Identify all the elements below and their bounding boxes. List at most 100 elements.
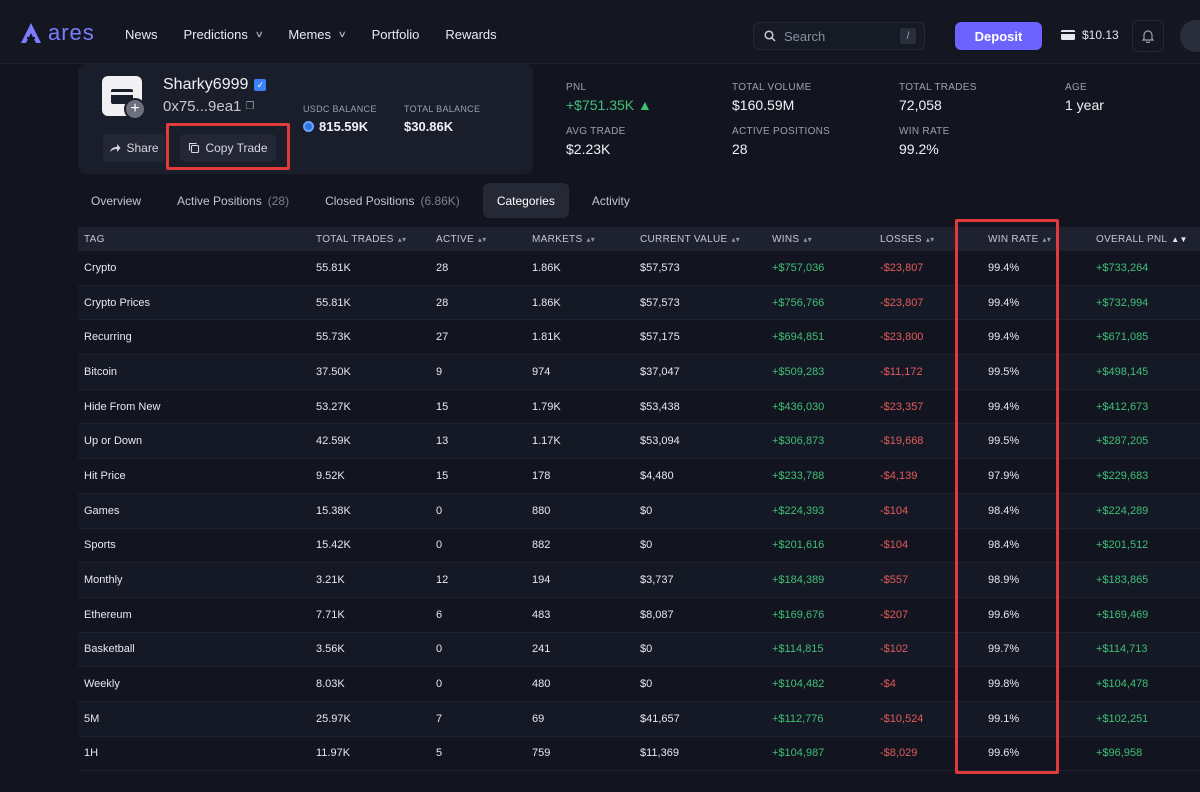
tab-activity[interactable]: Activity (579, 183, 643, 218)
wallet-icon (1061, 30, 1075, 40)
cell-losses: -$11,172 (880, 365, 923, 378)
tab-label: Closed Positions (325, 193, 415, 208)
cell-markets: 880 (532, 504, 551, 517)
cell-tag: Sports (84, 539, 116, 552)
table-row[interactable]: Weekly 8.03K 0 480 $0 +$104,482 -$4 99.8% +$104,… (78, 667, 1200, 702)
search-input[interactable] (784, 28, 884, 44)
cell-current-value: $53,094 (640, 435, 680, 448)
copy-trade-button[interactable]: Copy Trade (180, 134, 276, 162)
main-nav: News Predictions ∨ Memes ∨ Portfolio Rewar… (125, 27, 523, 42)
table-row[interactable]: Sports 15.42K 0 882 $0 +$201,616 -$104 98.4% +$2… (78, 529, 1200, 564)
cell-markets: 1.79K (532, 400, 561, 413)
sort-icon: ▴▾ (925, 234, 935, 244)
wallet-balance[interactable]: $10.13 (1060, 28, 1119, 42)
cell-overall-pnl: +$169,469 (1096, 608, 1149, 621)
cell-total-trades: 9.52K (316, 469, 345, 482)
nav-news-label: News (125, 27, 158, 42)
usdc-icon (303, 121, 314, 132)
cell-losses: -$8,029 (880, 747, 918, 760)
notifications-button[interactable] (1132, 20, 1164, 52)
cell-markets: 1.86K (532, 296, 561, 309)
logo[interactable]: ares (20, 22, 95, 44)
cell-win-rate: 98.4% (988, 539, 1020, 552)
cell-losses: -$4,139 (880, 469, 918, 482)
cell-current-value: $3,737 (640, 574, 674, 587)
table-row[interactable]: Bitcoin 37.50K 9 974 $37,047 +$509,283 -$11,17… (78, 355, 1200, 390)
cell-wins: +$112,776 (772, 712, 824, 725)
column-header-win-rate[interactable]: WIN RATE ▴▾ (988, 234, 1051, 245)
search-box[interactable]: / (753, 22, 925, 50)
deposit-button[interactable]: Deposit (955, 22, 1042, 50)
cell-win-rate: 99.4% (988, 331, 1020, 344)
cell-overall-pnl: +$412,673 (1096, 400, 1149, 413)
cell-tag: Bitcoin (84, 365, 118, 378)
tab-label: Activity (591, 193, 630, 208)
table-row[interactable]: Hit Price 9.52K 15 178 $4,480 +$233,788 -$4,13… (78, 459, 1200, 494)
cell-win-rate: 98.4% (988, 504, 1020, 517)
column-header-total-trades[interactable]: TOTAL TRADES ▴▾ (316, 234, 406, 245)
cell-losses: -$557 (880, 574, 909, 587)
cell-total-trades: 55.81K (316, 296, 351, 309)
logo-text: ares (48, 20, 95, 45)
cell-tag: Crypto Prices (84, 296, 151, 309)
nav-rewards[interactable]: Rewards (445, 27, 496, 42)
cell-current-value: $8,087 (640, 608, 674, 621)
nav-news[interactable]: News (125, 27, 158, 42)
table-row[interactable]: Crypto 55.81K 28 1.86K $57,573 +$757,036 -$23,… (78, 251, 1200, 286)
cell-current-value: $0 (640, 643, 653, 656)
cell-tag: Monthly (84, 574, 123, 587)
cell-current-value: $0 (640, 678, 653, 691)
plus-icon[interactable]: + (124, 98, 146, 120)
ares-logo-icon (21, 23, 41, 43)
tab-categories[interactable]: Categories (482, 183, 569, 218)
column-header-current-value[interactable]: CURRENT VALUE ▴▾ (640, 234, 740, 245)
cell-win-rate: 99.6% (988, 747, 1020, 760)
cell-tag: Games (84, 504, 120, 517)
column-header-markets[interactable]: MARKETS ▴▾ (532, 234, 595, 245)
table-row[interactable]: Up or Down 42.59K 13 1.17K $53,094 +$306,873 -… (78, 424, 1200, 460)
stat-label: ACTIVE POSITIONS (732, 126, 831, 137)
tab-overview[interactable]: Overview (78, 183, 154, 218)
cell-active: 0 (436, 678, 443, 691)
cell-active: 28 (436, 261, 449, 274)
tab-closed-positions[interactable]: Closed Positions (6.86K) (312, 183, 473, 218)
tab-label: Active Positions (177, 193, 262, 208)
nav-memes[interactable]: Memes ∨ (288, 27, 347, 42)
user-avatar[interactable] (1180, 20, 1200, 52)
table-row[interactable]: Monthly 3.21K 12 194 $3,737 +$184,389 -$557 98.… (78, 563, 1200, 598)
copy-icon[interactable]: ❐ (245, 101, 254, 112)
column-header-active[interactable]: ACTIVE ▴▾ (436, 234, 487, 245)
table-body: Crypto 55.81K 28 1.86K $57,573 +$757,036 -$23,… (78, 251, 1200, 772)
search-icon (764, 30, 776, 42)
column-header-losses[interactable]: LOSSES ▴▾ (880, 234, 934, 245)
cell-tag: Hit Price (84, 469, 126, 482)
column-header-overall-pnl[interactable]: OVERALL PNL ▲▼ (1096, 234, 1188, 245)
stat-value: $160.59M (732, 97, 795, 113)
table-row[interactable]: 5M 25.97K 7 69 $41,657 +$112,776 -$10,524 99.1%… (78, 701, 1200, 737)
stat-total-volume: TOTAL VOLUME $160.59M (732, 82, 812, 113)
table-row[interactable]: Recurring 55.73K 27 1.81K $57,175 +$694,851 -$… (78, 320, 1200, 356)
column-header-wins[interactable]: WINS ▴▾ (772, 234, 812, 245)
stat-value: $2.23K (566, 141, 611, 157)
table-row[interactable]: 1H 11.97K 5 759 $11,369 +$104,987 -$8,029 99.6%… (78, 737, 1200, 772)
table-row[interactable]: Crypto Prices 55.81K 28 1.86K $57,573 +$756,7… (78, 285, 1200, 321)
share-button[interactable]: Share (103, 134, 165, 162)
cell-total-trades: 3.56K (316, 643, 345, 656)
profile-username: Sharky6999 (163, 76, 249, 93)
cell-wins: +$184,389 (772, 574, 825, 587)
table-row[interactable]: Ethereum 7.71K 6 483 $8,087 +$169,676 -$207 99.… (78, 598, 1200, 633)
stat-age: AGE 1 year (1065, 82, 1104, 113)
table-row[interactable]: Hide From New 53.27K 15 1.79K $53,438 +$436,0… (78, 390, 1200, 425)
cell-win-rate: 99.7% (988, 643, 1020, 656)
tab-count: (6.86K) (420, 193, 460, 208)
tab-active-positions[interactable]: Active Positions (28) (164, 183, 302, 218)
stat-value: 99.2% (899, 141, 939, 157)
nav-predictions[interactable]: Predictions ∨ (184, 27, 264, 42)
cell-losses: -$207 (880, 608, 909, 621)
stat-active-positions: ACTIVE POSITIONS 28 (732, 126, 830, 157)
nav-portfolio[interactable]: Portfolio (372, 27, 420, 42)
table-row[interactable]: Games 15.38K 0 880 $0 +$224,393 -$104 98.4% +$22… (78, 493, 1200, 529)
table-row[interactable]: Basketball 3.56K 0 241 $0 +$114,815 -$102 99.7%… (78, 632, 1200, 668)
total-balance-label: TOTAL BALANCE (404, 104, 481, 114)
cell-wins: +$114,815 (772, 643, 824, 656)
